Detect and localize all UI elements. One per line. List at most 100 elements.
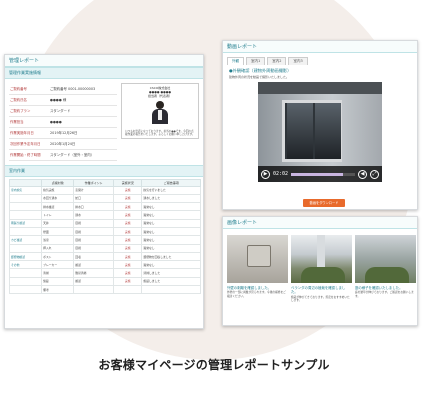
info-key: 作業開始・終了時間 bbox=[9, 149, 49, 161]
work-cell: 浴室 bbox=[41, 235, 75, 245]
video-progress-bar[interactable] bbox=[291, 172, 355, 176]
work-header-cell: 点検対象 bbox=[41, 178, 75, 187]
work-cell: 異常なし bbox=[141, 243, 201, 253]
video-tab[interactable]: 室内2 bbox=[267, 57, 287, 65]
work-cell: 郵便物を回収しました bbox=[141, 251, 201, 262]
work-cell: 清掃しました bbox=[141, 268, 201, 278]
table-row: 水回り通水 蛇口 実施 通水しました bbox=[8, 193, 201, 204]
video-progress-fill bbox=[291, 172, 344, 176]
work-cell: 確認 bbox=[73, 260, 115, 270]
panel-title: 管理レポート bbox=[5, 55, 203, 67]
info-key: 作業実施年月日 bbox=[9, 127, 49, 139]
work-cell: ポスト bbox=[41, 251, 75, 262]
video-tab[interactable]: 外観 bbox=[227, 57, 244, 65]
photo-garden[interactable] bbox=[355, 235, 416, 283]
work-cell: トイレ bbox=[41, 210, 75, 220]
table-row: 排水確認 排水口 実施 異常なし bbox=[8, 202, 201, 212]
panel-title: 動画レポート bbox=[223, 41, 417, 53]
info-row: 次回作業予定年月日 2020年1月24日 bbox=[9, 138, 117, 150]
profile-role: 担当者（代表者） bbox=[147, 94, 172, 98]
info-key: ご契約氏名 bbox=[9, 94, 49, 106]
work-cell: 換気実施 bbox=[41, 185, 75, 195]
photo-card: 外壁の剥離を確認しました。 外壁の一部に剥離が見られます。今後の補修をご検討くだ… bbox=[227, 235, 288, 303]
work-cell bbox=[8, 202, 43, 212]
info-value: ご契約番号 0001-00000003 bbox=[49, 83, 117, 95]
photo-caption: ベランダの周辺の植栽を確認しました。 bbox=[291, 286, 346, 295]
work-cell: 雨漏り確認 bbox=[8, 218, 43, 229]
video-heading: ●外観確認（建物外周動画撮影） bbox=[229, 68, 292, 73]
work-cell: 実施 bbox=[113, 268, 143, 278]
staff-photo bbox=[149, 100, 171, 124]
video-tabs: 外観 室内1 室内2 室内3 bbox=[223, 53, 417, 65]
staff-profile-card: CSCO株式会社 ●●●● ●●●● 担当者（代表者） いつもお世話になっており… bbox=[121, 83, 199, 139]
work-cell: 備考 bbox=[41, 285, 75, 295]
work-cell: 蛇口 bbox=[73, 193, 115, 204]
profile-description: いつもお世話になっております。担当の●●です。今回の点検作業の報告をいたします。… bbox=[125, 130, 195, 136]
download-video-button[interactable]: 動画をダウンロード bbox=[303, 199, 345, 207]
fullscreen-icon[interactable]: ⤢ bbox=[370, 169, 379, 179]
work-cell: 壁面 bbox=[41, 226, 75, 237]
work-cell: 換気を行いました bbox=[141, 185, 201, 195]
table-row: 雨漏り確認 天井 目視 実施 異常なし bbox=[8, 218, 201, 229]
video-report-panel: 動画レポート 外観 室内1 室内2 室内3 ●外観確認（建物外周動画撮影） 建物外周の… bbox=[222, 40, 418, 210]
work-cell: 実施 bbox=[113, 235, 143, 245]
work-cell bbox=[8, 243, 43, 253]
work-header-cell: 実施状況 bbox=[113, 178, 143, 187]
work-cell: 施錠 bbox=[41, 276, 75, 287]
info-table: ご契約番号 ご契約番号 0001-00000003 ご契約氏名 ●●●● 様ご契約プラ… bbox=[9, 83, 117, 161]
work-header-cell bbox=[8, 178, 43, 187]
photo-balcony-plants[interactable] bbox=[291, 235, 352, 283]
work-cell: 実施 bbox=[113, 202, 143, 212]
work-cell bbox=[8, 193, 43, 204]
photo-description: 植栽が伸びてきております。剪定をおすすめいたします。 bbox=[291, 294, 350, 303]
info-row: 作業実施年月日 2019年12月26日 bbox=[9, 127, 117, 139]
work-cell: 目視 bbox=[73, 235, 115, 245]
info-key: ご契約番号 bbox=[9, 83, 49, 95]
work-cell bbox=[8, 226, 43, 237]
work-cell: ブレーカー bbox=[41, 260, 75, 270]
play-icon[interactable]: ▶ bbox=[261, 169, 270, 179]
info-key: 作業担当 bbox=[9, 116, 49, 128]
work-cell: 簡易清掃 bbox=[73, 268, 115, 278]
video-player[interactable]: ▶ 02:02 ◀ ⤢ bbox=[258, 82, 382, 182]
work-cell: カビ確認 bbox=[8, 235, 43, 245]
work-cell: 回収 bbox=[73, 251, 115, 262]
info-value: ●●●● bbox=[49, 116, 117, 128]
info-value: 2019年12月26日 bbox=[49, 127, 117, 139]
table-row: カビ確認 浴室 目視 実施 異常なし bbox=[8, 235, 201, 245]
work-cell: 異常なし bbox=[141, 260, 201, 270]
work-cell: 異常なし bbox=[141, 218, 201, 229]
work-cell: 通水 bbox=[73, 210, 115, 220]
table-row: 清掃 簡易清掃 実施 清掃しました bbox=[8, 268, 201, 278]
work-cell bbox=[8, 276, 43, 287]
video-tab[interactable]: 室内3 bbox=[288, 57, 308, 65]
work-cell bbox=[113, 285, 143, 295]
table-row: 押入れ 目視 実施 異常なし bbox=[8, 243, 201, 253]
photo-wall-damage[interactable] bbox=[227, 235, 288, 283]
work-cell: その他 bbox=[8, 260, 43, 270]
photo-caption: 外壁の剥離を確認しました。 bbox=[227, 286, 272, 290]
work-section-title: 室内作業 bbox=[5, 164, 203, 177]
work-cell: 異常なし bbox=[141, 210, 201, 220]
table-row: 郵便物確認 ポスト 回収 実施 郵便物を回収しました bbox=[8, 251, 201, 262]
work-cell: 実施 bbox=[113, 210, 143, 220]
video-time: 02:02 bbox=[273, 171, 289, 177]
video-tab[interactable]: 室内1 bbox=[246, 57, 266, 65]
work-cell: 実施 bbox=[113, 260, 143, 270]
volume-icon[interactable]: ◀ bbox=[358, 169, 367, 179]
info-row: 作業担当 ●●●● bbox=[9, 116, 117, 128]
info-row: 作業開始・終了時間 スタンダード（室外・室内） bbox=[9, 149, 117, 161]
table-row: トイレ 通水 実施 異常なし bbox=[8, 210, 201, 220]
work-cell bbox=[8, 210, 43, 220]
work-table: 点検対象 作業ポイント 実施状況 ご報告事項 室内換気 換気実施 窓開け 実施 換気を行いまし… bbox=[8, 178, 201, 295]
work-cell: 確認 bbox=[73, 276, 115, 287]
panel-title: 画像レポート bbox=[223, 217, 417, 229]
work-cell: 実施 bbox=[113, 243, 143, 253]
work-cell: 通水しました bbox=[141, 193, 201, 204]
work-cell: 押入れ bbox=[41, 243, 75, 253]
work-cell bbox=[141, 285, 201, 295]
work-cell: 窓開け bbox=[73, 185, 115, 195]
info-section-title: 管理作業実施情報 bbox=[5, 67, 203, 79]
image-report-panel: 画像レポート 外壁の剥離を確認しました。 外壁の一部に剥離が見られます。今後の補… bbox=[222, 216, 418, 326]
work-cell: 目視 bbox=[73, 226, 115, 237]
